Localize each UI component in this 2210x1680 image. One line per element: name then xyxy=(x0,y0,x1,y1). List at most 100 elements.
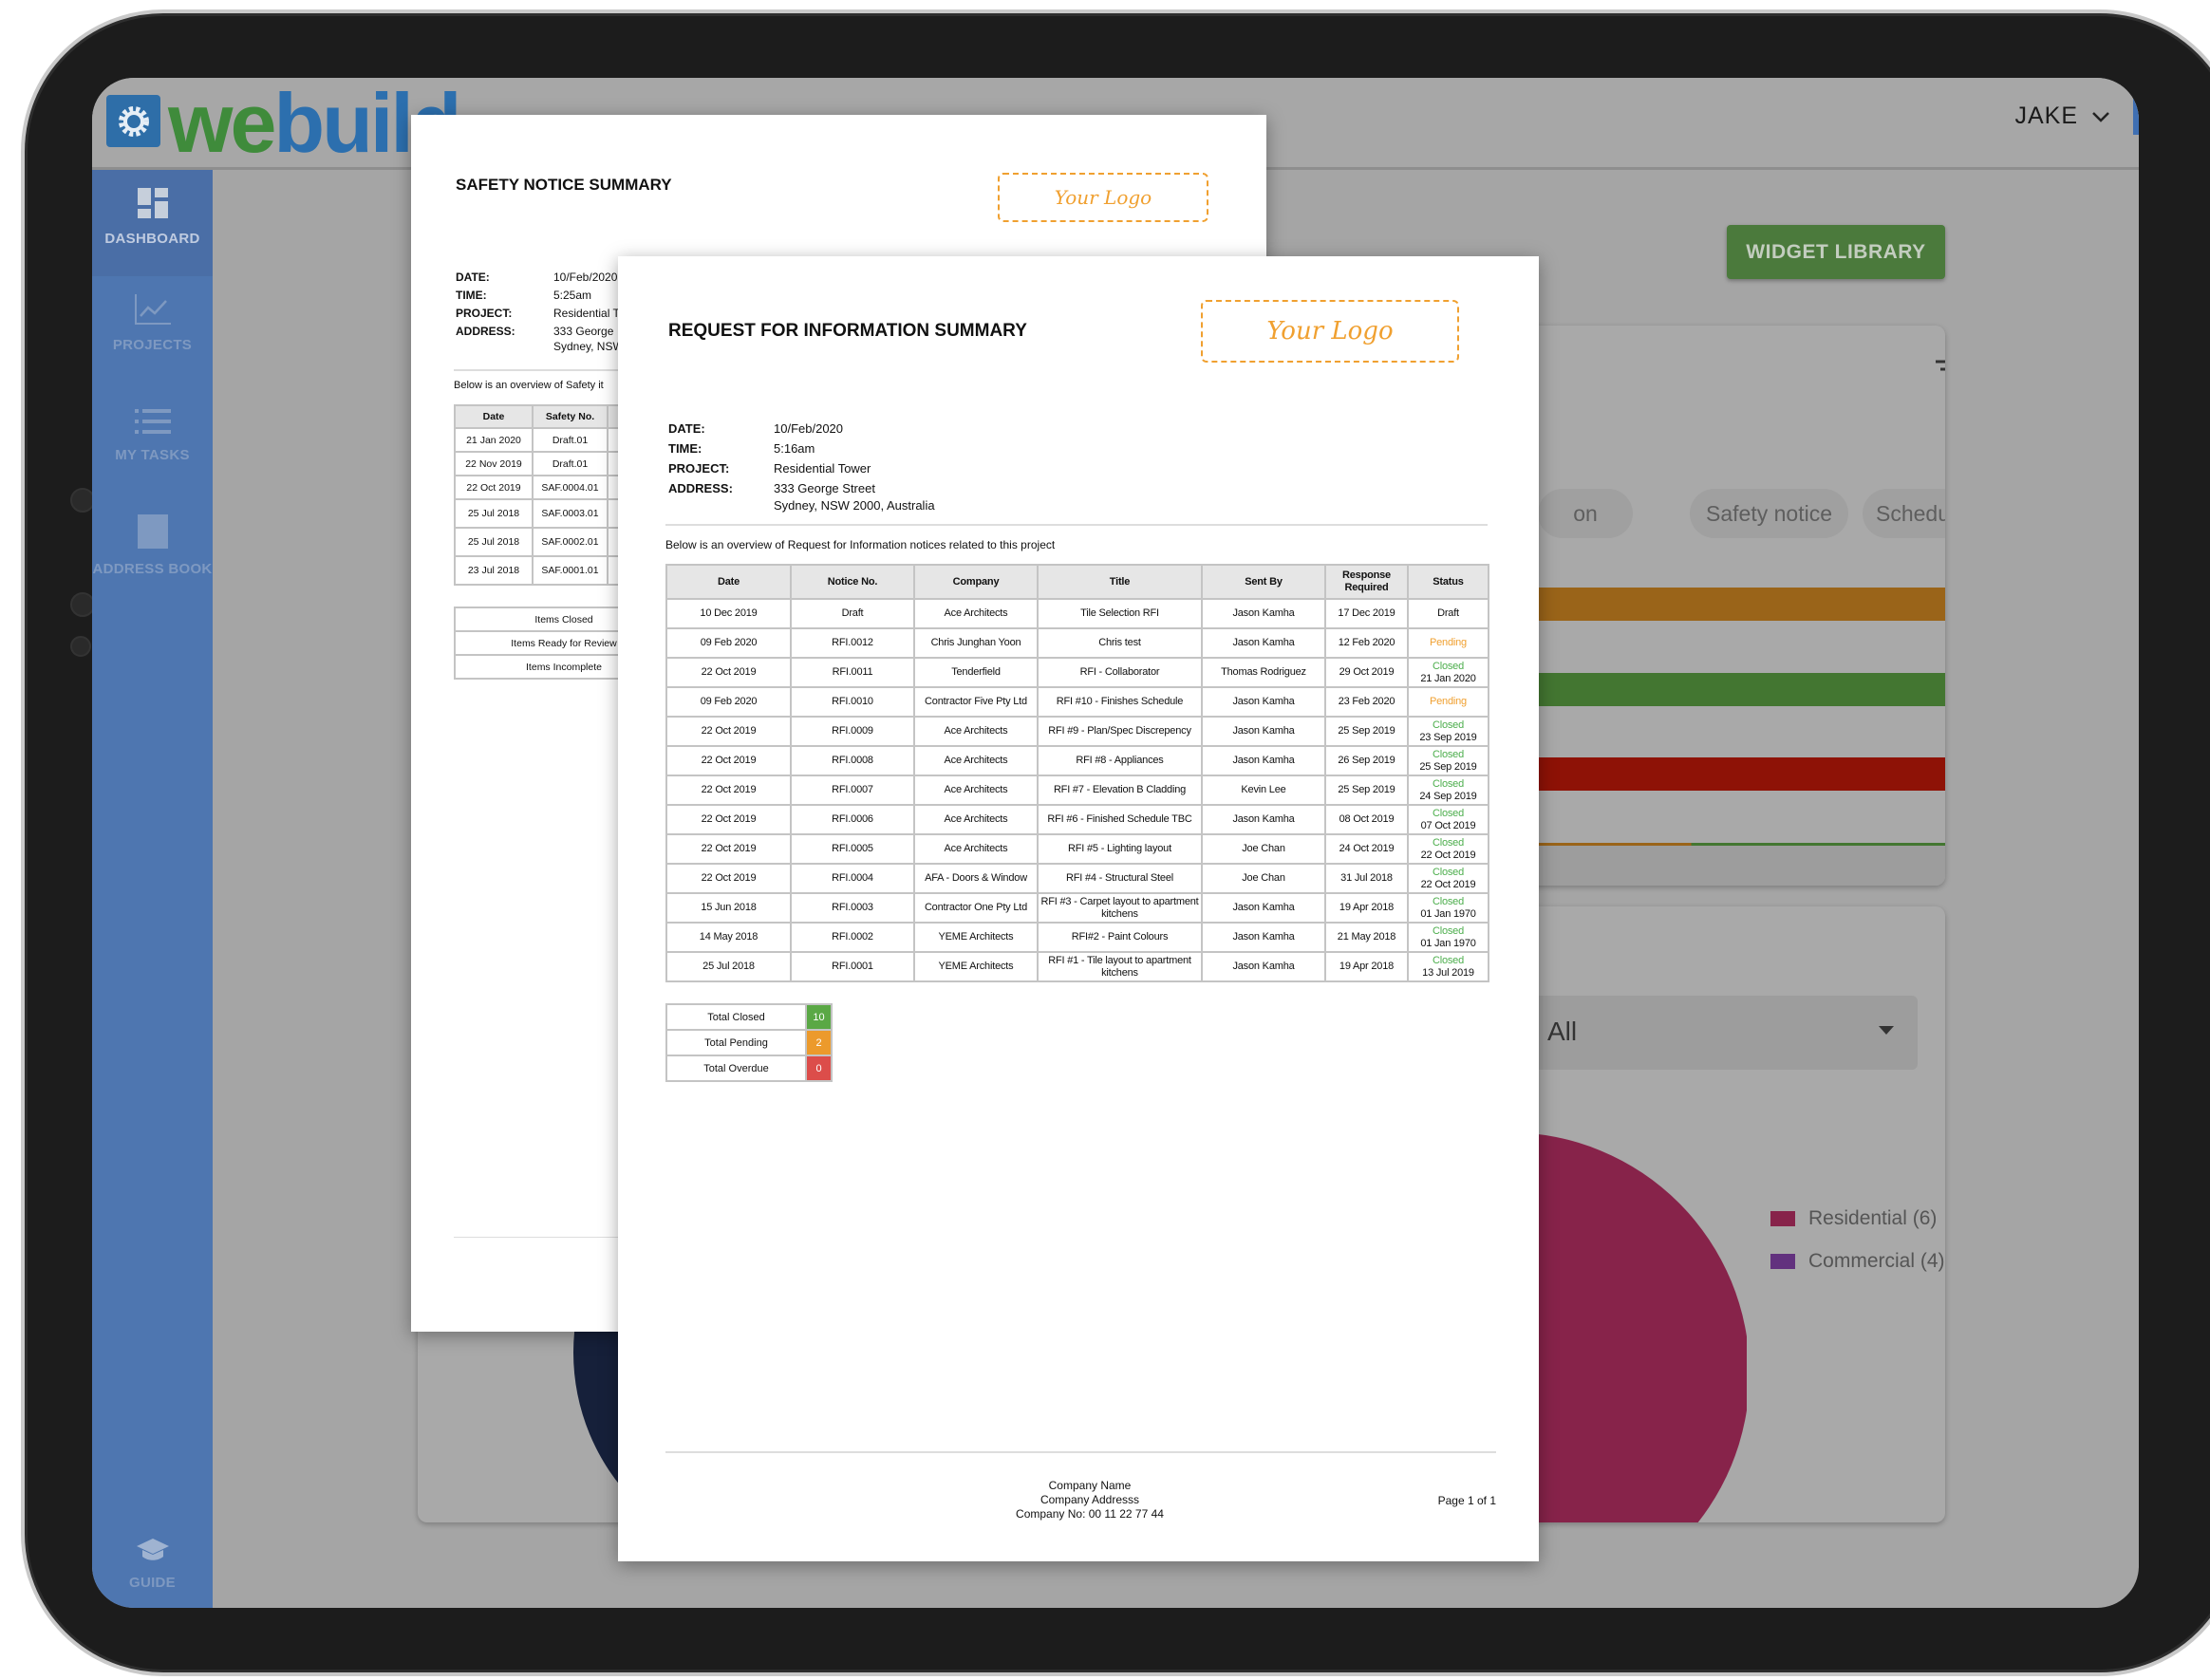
table-row: 09 Feb 2020 RFI.0012 Chris Junghan Yoon Chr… xyxy=(665,627,1489,659)
tab-chip-schedule[interactable]: Schedule xyxy=(1863,489,1945,538)
status-badge: Closed xyxy=(1432,777,1465,790)
meta-value: 5:16am xyxy=(774,441,815,456)
status-badge: Closed xyxy=(1432,895,1465,907)
page-number: Page 1 of 1 xyxy=(1437,1494,1496,1507)
chip-label: on xyxy=(1573,500,1598,526)
table-cell: 12 Feb 2020 xyxy=(1324,627,1409,659)
sidebar-item-dashboard[interactable]: DASHBOARD xyxy=(92,170,213,276)
document-footer: Company Name Company Addresss Company No… xyxy=(947,1479,1232,1521)
sensor-icon xyxy=(70,636,91,657)
user-menu[interactable]: JAKE xyxy=(2014,103,2110,130)
table-row: 22 Oct 2019 RFI.0007 Ace Architects RFI #7 … xyxy=(665,775,1489,806)
table-cell: Thomas Rodriguez xyxy=(1201,657,1326,688)
column-header: Response Required xyxy=(1324,564,1409,600)
table-cell: 29 Oct 2019 xyxy=(1324,657,1409,688)
sidebar-item-address-book[interactable]: ADDRESS BOOK xyxy=(92,513,213,577)
table-row: 22 Oct 2019 RFI.0011 Tenderfield RFI - Coll… xyxy=(665,657,1489,688)
status-date: 22 Oct 2019 xyxy=(1420,878,1476,890)
totals-label: Total Overdue xyxy=(665,1055,807,1082)
table-row: 14 May 2018 RFI.0002 YEME Architects RFI#2 … xyxy=(665,922,1489,953)
status-date: 24 Sep 2019 xyxy=(1419,790,1477,802)
chevron-down-icon xyxy=(2092,111,2109,122)
tab-chip-safety-notice[interactable]: Safety notice xyxy=(1690,489,1848,538)
table-row: 22 Oct 2019 RFI.0009 Ace Architects RFI #9 … xyxy=(665,716,1489,747)
legend-label: Commercial (4) xyxy=(1808,1250,1945,1272)
table-cell: 22 Oct 2019 xyxy=(665,775,792,806)
book-icon xyxy=(137,514,168,549)
table-cell: Ace Architects xyxy=(913,775,1039,806)
table-cell: RFI #6 - Finished Schedule TBC xyxy=(1037,804,1203,835)
totals-value: 0 xyxy=(805,1055,833,1082)
table-cell: RFI.0004 xyxy=(790,863,915,894)
sidebar: DASHBOARD PROJECTS MY TASKS ADDRESS BOOK… xyxy=(92,170,213,1608)
table-cell: Jason Kamha xyxy=(1201,892,1326,924)
legend-item-commercial[interactable]: Commercial (4) xyxy=(1770,1250,1945,1273)
dropdown-arrow-icon xyxy=(1879,1026,1894,1035)
totals-row: Total Pending 2 xyxy=(665,1029,833,1056)
rfi-table: Date Notice No. Company Title Sent By Respons… xyxy=(665,564,1489,982)
table-cell: Draft.01 xyxy=(532,427,609,453)
status-badge: Pending xyxy=(1430,696,1467,707)
widget-library-button[interactable]: WIDGET LIBRARY xyxy=(1727,225,1945,279)
column-header: Safety No. xyxy=(532,404,609,429)
table-cell: RFI - Collaborator xyxy=(1037,657,1203,688)
table-cell: 22 Oct 2019 xyxy=(454,475,534,500)
totals-label: Total Closed xyxy=(665,1003,807,1031)
filter-icon[interactable] xyxy=(1935,360,1945,381)
table-cell: SAF.0002.01 xyxy=(532,527,609,557)
sidebar-item-my-tasks[interactable]: MY TASKS xyxy=(92,407,213,463)
legend-swatch xyxy=(1770,1211,1795,1226)
table-cell: RFI.0006 xyxy=(790,804,915,835)
status-cell: Closed 01 Jan 1970 xyxy=(1407,922,1489,953)
sidebar-item-label: ADDRESS BOOK xyxy=(92,561,213,577)
table-cell: RFI.0002 xyxy=(790,922,915,953)
table-row: 10 Dec 2019 Draft Ace Architects Tile Selec… xyxy=(665,598,1489,629)
table-cell: 22 Nov 2019 xyxy=(454,451,534,476)
table-cell: SAF.0004.01 xyxy=(532,475,609,500)
totals-row: Total Closed 10 xyxy=(665,1003,833,1031)
table-cell: RFI#2 - Paint Colours xyxy=(1037,922,1203,953)
table-row: 22 Oct 2019 RFI.0005 Ace Architects RFI #5 … xyxy=(665,833,1489,865)
meta-label: PROJECT: xyxy=(456,307,513,320)
status-badge: Draft xyxy=(1437,607,1459,619)
column-header: Title xyxy=(1037,564,1203,600)
status-badge: Closed xyxy=(1432,719,1465,731)
table-cell: 10 Dec 2019 xyxy=(665,598,792,629)
status-cell: Closed 24 Sep 2019 xyxy=(1407,775,1489,806)
status-badge: Closed xyxy=(1432,748,1465,760)
meta-label: ADDRESS: xyxy=(456,325,515,338)
table-cell: 22 Oct 2019 xyxy=(665,716,792,747)
table-cell: Tile Selection RFI xyxy=(1037,598,1203,629)
meta-value: 333 George xyxy=(553,325,614,338)
legend-item-residential[interactable]: Residential (6) xyxy=(1770,1207,1937,1230)
meta-label: ADDRESS: xyxy=(668,481,733,495)
status-date: 07 Oct 2019 xyxy=(1420,819,1476,831)
meta-label: TIME: xyxy=(668,441,702,456)
divider xyxy=(665,524,1488,526)
table-cell: Ace Architects xyxy=(913,804,1039,835)
table-cell: AFA - Doors & Window xyxy=(913,863,1039,894)
status-cell: Closed 07 Oct 2019 xyxy=(1407,804,1489,835)
chart-line-icon xyxy=(134,294,171,325)
table-row: 22 Oct 2019 RFI.0008 Ace Architects RFI #8 … xyxy=(665,745,1489,776)
status-badge: Pending xyxy=(1430,637,1467,648)
totals-label: Total Pending xyxy=(665,1029,807,1056)
column-header: Company xyxy=(913,564,1039,600)
table-cell: 17 Dec 2019 xyxy=(1324,598,1409,629)
status-cell: Closed 01 Jan 1970 xyxy=(1407,892,1489,924)
sidebar-item-projects[interactable]: PROJECTS xyxy=(92,293,213,353)
status-cell: Closed 22 Oct 2019 xyxy=(1407,863,1489,894)
status-date: 22 Oct 2019 xyxy=(1420,849,1476,861)
company-number: Company No: 00 11 22 77 44 xyxy=(1016,1507,1164,1521)
sidebar-item-guide[interactable]: GUIDE xyxy=(92,1537,213,1591)
status-date: 23 Sep 2019 xyxy=(1419,731,1477,743)
table-row: 09 Feb 2020 RFI.0010 Contractor Five Pty L… xyxy=(665,686,1489,718)
status-badge: Closed xyxy=(1432,836,1465,849)
table-cell: RFI #10 - Finishes Schedule xyxy=(1037,686,1203,718)
meta-value: Residential Tower xyxy=(774,461,871,476)
status-cell: Draft xyxy=(1407,598,1489,629)
table-cell: RFI #3 - Carpet layout to apartment kitc… xyxy=(1037,892,1203,924)
tab-chip[interactable]: on xyxy=(1538,489,1633,538)
chip-label: Safety notice xyxy=(1706,500,1832,526)
logo-placeholder: Your Logo xyxy=(1201,300,1459,363)
